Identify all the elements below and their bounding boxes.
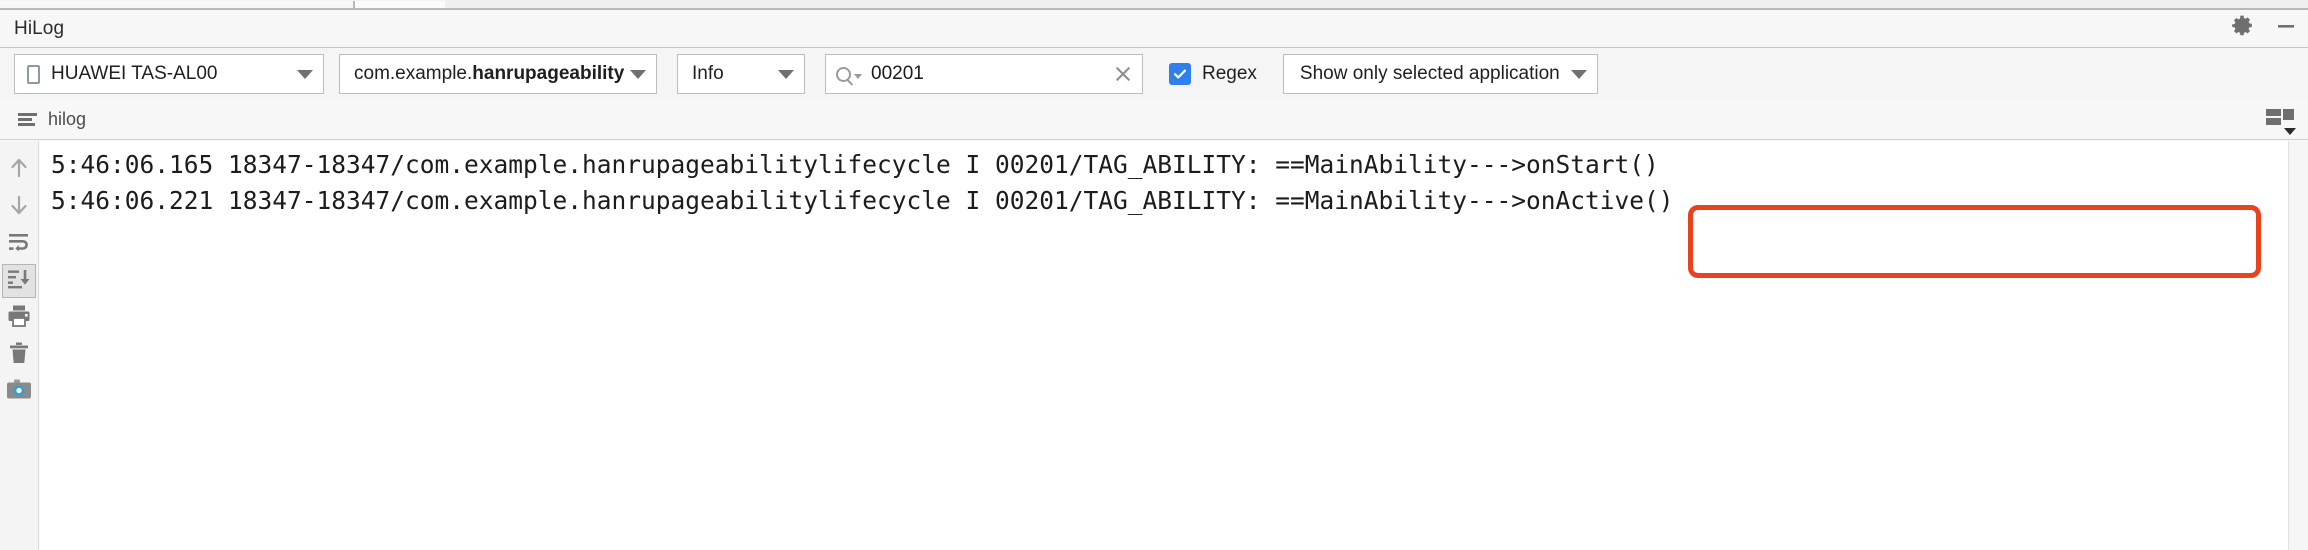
scroll-to-end-icon — [7, 268, 31, 295]
soft-wrap-button[interactable] — [2, 227, 36, 261]
vertical-scrollbar[interactable] — [2288, 141, 2308, 550]
page-title: HiLog — [14, 17, 65, 39]
chevron-down-icon — [630, 69, 646, 79]
log-level-value: Info — [692, 63, 724, 84]
scroll-to-end-button[interactable] — [2, 264, 36, 298]
soft-wrap-icon — [7, 231, 31, 258]
device-dropdown[interactable]: HUAWEI TAS-AL00 — [14, 54, 324, 94]
settings-button[interactable] — [2220, 10, 2264, 48]
arrow-down-icon — [7, 193, 31, 222]
process-dropdown[interactable]: com.example.hanrupageability — [339, 54, 657, 94]
check-icon — [1173, 69, 1187, 79]
chevron-down-icon — [778, 69, 794, 79]
log-line: 5:46:06.221 18347-18347/com.example.hanr… — [51, 186, 1674, 215]
window-tab-strip — [0, 0, 2308, 10]
regex-label: Regex — [1202, 63, 1257, 84]
regex-checkbox-group[interactable]: Regex — [1169, 54, 1257, 94]
log-output[interactable]: 5:46:06.165 18347-18347/com.example.hanr… — [40, 141, 2288, 550]
tab-hilog-label: hilog — [48, 109, 87, 129]
chevron-down-icon — [1570, 69, 1587, 79]
search-input-value: 00201 — [871, 63, 924, 84]
process-dropdown-prefix: com.example. — [354, 63, 473, 84]
clear-log-button[interactable] — [2, 338, 36, 372]
chevron-down-icon — [2284, 127, 2296, 135]
scope-dropdown[interactable]: Show only selected application — [1282, 54, 1598, 94]
arrow-up-icon — [7, 156, 31, 185]
close-icon[interactable] — [1112, 63, 1134, 85]
tab-strip-segment-active[interactable] — [355, 1, 445, 10]
process-dropdown-name: hanrupageability — [472, 63, 625, 84]
tab-strip-segment-rest — [445, 1, 2308, 10]
regex-checkbox[interactable] — [1169, 63, 1191, 85]
column-layout-icon[interactable] — [2266, 108, 2296, 135]
gear-icon — [2231, 15, 2253, 42]
magnifier-glyph — [836, 66, 851, 82]
camera-icon — [6, 379, 32, 406]
log-tab-bar: hilog — [0, 100, 2308, 140]
scope-dropdown-value: Show only selected application — [1299, 63, 1560, 84]
tab-hilog[interactable]: hilog — [18, 109, 86, 130]
trash-icon — [7, 341, 31, 370]
log-level-dropdown[interactable]: Info — [677, 54, 805, 94]
search-input[interactable]: 00201 — [825, 54, 1143, 94]
device-dropdown-value: HUAWEI TAS-AL00 — [51, 63, 218, 84]
print-button[interactable] — [2, 301, 36, 335]
screenshot-button[interactable] — [2, 375, 36, 409]
search-icon[interactable] — [836, 66, 862, 82]
filter-toolbar: HUAWEI TAS-AL00 com.example.hanrupageabi… — [0, 48, 2308, 100]
tab-strip-segment-left[interactable] — [0, 1, 355, 10]
printer-icon — [6, 304, 32, 333]
scroll-up-button[interactable] — [2, 153, 36, 187]
panel-title-bar: HiLog — [0, 10, 2308, 48]
phone-icon — [27, 64, 40, 84]
chevron-down-icon — [854, 73, 862, 79]
minimize-icon — [2275, 15, 2297, 42]
hilog-panel: HiLog HUAWEI TAS-AL00 com.example.hanrup… — [0, 0, 2308, 550]
lines-icon — [18, 112, 37, 127]
log-line: 5:46:06.165 18347-18347/com.example.hanr… — [51, 150, 1659, 179]
scroll-down-button[interactable] — [2, 190, 36, 224]
log-tool-rail — [0, 141, 39, 550]
chevron-down-icon — [297, 69, 313, 79]
minimize-button[interactable] — [2264, 10, 2308, 48]
